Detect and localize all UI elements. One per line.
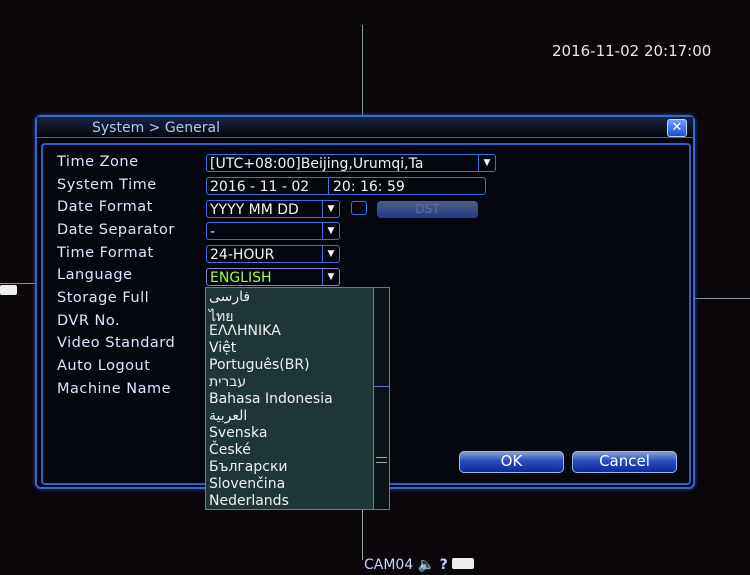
language-option[interactable]: فارسی bbox=[209, 289, 250, 305]
label-time-zone: Time Zone bbox=[57, 154, 139, 170]
datetime-display: 2016-11-02 20:17:00 bbox=[552, 42, 712, 60]
close-icon[interactable]: ✕ bbox=[667, 119, 687, 137]
camera-label: CAM04 bbox=[364, 557, 414, 573]
label-dvr-no: DVR No. bbox=[57, 313, 121, 329]
system-time-input[interactable]: 2016 - 11 - 02 20: 16: 59 bbox=[206, 177, 486, 195]
label-video-standard: Video Standard bbox=[57, 335, 176, 351]
language-option[interactable]: Việt bbox=[209, 340, 236, 356]
cancel-button[interactable]: Cancel bbox=[572, 451, 677, 473]
label-date-format: Date Format bbox=[57, 199, 153, 215]
language-option[interactable]: Slovenčina bbox=[209, 476, 285, 492]
language-value: ENGLISH bbox=[210, 270, 272, 286]
dst-checkbox[interactable] bbox=[351, 201, 367, 215]
chevron-down-icon[interactable]: ▼ bbox=[322, 246, 339, 262]
chevron-down-icon[interactable]: ▼ bbox=[322, 223, 339, 239]
time-zone-select[interactable]: [UTC+08:00]Beijing,Urumqi,Ta ▼ bbox=[206, 154, 496, 172]
chevron-down-icon[interactable]: ▼ bbox=[322, 201, 339, 217]
language-option[interactable]: ΕΛΛΗΝΙΚΑ bbox=[209, 323, 281, 339]
time-value[interactable]: 20: 16: 59 bbox=[329, 179, 405, 194]
camera-icon bbox=[452, 558, 475, 569]
language-option[interactable]: Nederlands bbox=[209, 493, 289, 509]
dialog-title: System > General bbox=[92, 120, 221, 136]
help-icon: ? bbox=[439, 557, 448, 573]
scrollbar[interactable] bbox=[373, 288, 389, 509]
label-system-time: System Time bbox=[57, 177, 157, 193]
label-machine-name: Machine Name bbox=[57, 381, 172, 397]
language-dropdown-list: فارسی ไทย ΕΛΛΗΝΙΚΑ Việt Português(BR) עברית Ba… bbox=[205, 287, 390, 510]
camera-icon bbox=[0, 285, 17, 295]
label-language: Language bbox=[57, 267, 133, 283]
language-option[interactable]: العربية bbox=[209, 408, 247, 424]
time-format-select[interactable]: 24-HOUR ▼ bbox=[206, 245, 340, 263]
chevron-down-icon[interactable]: ▼ bbox=[478, 155, 495, 171]
language-option[interactable]: Bahasa Indonesia bbox=[209, 391, 333, 407]
date-value[interactable]: 2016 - 11 - 02 bbox=[210, 178, 329, 194]
grid-divider bbox=[362, 25, 363, 117]
language-option[interactable]: Български bbox=[209, 459, 288, 475]
scrollbar-thumb[interactable] bbox=[374, 386, 389, 511]
grid-divider bbox=[692, 298, 750, 299]
grid-divider bbox=[362, 510, 363, 560]
date-format-value: YYYY MM DD bbox=[210, 202, 299, 218]
time-format-value: 24-HOUR bbox=[210, 247, 275, 263]
date-separator-select[interactable]: - ▼ bbox=[206, 222, 340, 240]
language-option[interactable]: České bbox=[209, 442, 251, 458]
language-option[interactable]: Svenska bbox=[209, 425, 267, 441]
date-separator-value: - bbox=[210, 224, 216, 240]
date-format-select[interactable]: YYYY MM DD ▼ bbox=[206, 200, 340, 218]
language-select[interactable]: ENGLISH ▼ bbox=[206, 268, 340, 286]
mute-icon: 🔈 bbox=[417, 557, 436, 573]
dst-button[interactable]: DST bbox=[377, 201, 478, 218]
language-option[interactable]: עברית bbox=[209, 374, 246, 390]
label-time-format: Time Format bbox=[57, 245, 154, 261]
label-date-separator: Date Separator bbox=[57, 222, 175, 238]
time-zone-value: [UTC+08:00]Beijing,Urumqi,Ta bbox=[210, 156, 424, 172]
camera-status: CAM04 🔈 ? bbox=[364, 557, 475, 573]
language-option[interactable]: Português(BR) bbox=[209, 357, 310, 373]
ok-button[interactable]: OK bbox=[459, 451, 564, 473]
grid-divider bbox=[0, 283, 35, 284]
label-auto-logout: Auto Logout bbox=[57, 358, 151, 374]
label-storage-full: Storage Full bbox=[57, 290, 150, 306]
chevron-down-icon[interactable]: ▼ bbox=[322, 269, 339, 285]
